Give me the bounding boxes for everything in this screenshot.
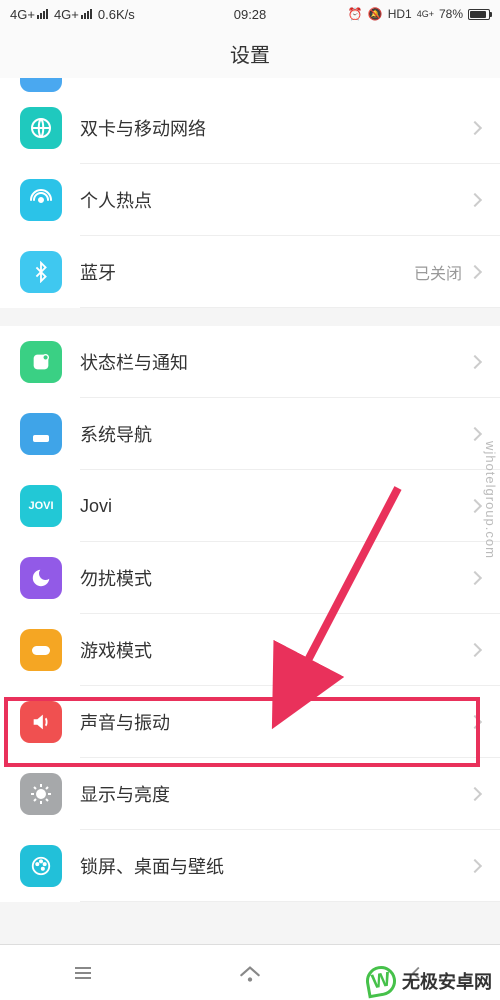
navigation-icon bbox=[20, 413, 62, 455]
mute-icon: 🔕 bbox=[368, 7, 383, 21]
notification-icon bbox=[20, 341, 62, 383]
wlan-icon bbox=[20, 78, 62, 92]
net3-label: 4G+ bbox=[417, 9, 434, 19]
hotspot-icon bbox=[20, 179, 62, 221]
list-item-hotspot[interactable]: 个人热点 bbox=[0, 164, 500, 236]
list-item-dnd[interactable]: 勿扰模式 bbox=[0, 542, 500, 614]
page-title: 设置 bbox=[0, 28, 500, 78]
status-left: 4G+ 4G+ 0.6K/s bbox=[10, 7, 234, 22]
section-divider bbox=[0, 308, 500, 326]
list-item-lock-wallpaper[interactable]: 锁屏、桌面与壁纸 bbox=[0, 830, 500, 902]
jovi-icon: JOVI bbox=[20, 485, 62, 527]
item-label: 游戏模式 bbox=[80, 637, 470, 663]
item-label: 显示与亮度 bbox=[80, 781, 470, 807]
chevron-right-icon bbox=[468, 571, 482, 585]
alarm-icon: ⏰ bbox=[348, 7, 363, 21]
palette-icon bbox=[20, 845, 62, 887]
chevron-right-icon bbox=[468, 355, 482, 369]
chevron-right-icon bbox=[468, 121, 482, 135]
gamepad-icon bbox=[20, 629, 62, 671]
list-item-bluetooth[interactable]: 蓝牙 已关闭 bbox=[0, 236, 500, 308]
watermark-logo: W 无极安卓网 bbox=[366, 966, 492, 996]
moon-icon bbox=[20, 557, 62, 599]
bluetooth-icon bbox=[20, 251, 62, 293]
list-item-game-mode[interactable]: 游戏模式 bbox=[0, 614, 500, 686]
chevron-right-icon bbox=[468, 499, 482, 513]
list-item-jovi[interactable]: JOVI Jovi bbox=[0, 470, 500, 542]
list-item-display[interactable]: 显示与亮度 bbox=[0, 758, 500, 830]
item-label: 双卡与移动网络 bbox=[80, 115, 470, 141]
watermark-url: wjhotelgroup.com bbox=[483, 441, 498, 559]
globe-icon bbox=[20, 107, 62, 149]
signal-2: 4G+ bbox=[54, 7, 92, 22]
item-label: 锁屏、桌面与壁纸 bbox=[80, 853, 470, 879]
list-item-dual-sim[interactable]: 双卡与移动网络 bbox=[0, 92, 500, 164]
chevron-right-icon bbox=[468, 715, 482, 729]
settings-list: 双卡与移动网络 个人热点 蓝牙 已关闭 bbox=[0, 78, 500, 308]
signal-bars-icon bbox=[81, 9, 92, 19]
item-label: Jovi bbox=[80, 496, 470, 517]
status-time: 09:28 bbox=[234, 7, 267, 22]
list-item-wlan-partial[interactable] bbox=[0, 78, 500, 92]
item-label: 系统导航 bbox=[80, 421, 470, 447]
list-item-sound[interactable]: 声音与振动 bbox=[0, 686, 500, 758]
nav-menu-button[interactable] bbox=[68, 958, 98, 988]
chevron-right-icon bbox=[468, 427, 482, 441]
item-label: 声音与振动 bbox=[80, 709, 470, 735]
brightness-icon bbox=[20, 773, 62, 815]
battery-pct: 78% bbox=[439, 7, 463, 21]
status-bar: 4G+ 4G+ 0.6K/s 09:28 ⏰ 🔕 HD1 4G+ 78% bbox=[0, 0, 500, 28]
speaker-icon bbox=[20, 701, 62, 743]
signal-bars-icon bbox=[37, 9, 48, 19]
chevron-right-icon bbox=[468, 859, 482, 873]
chevron-right-icon bbox=[468, 787, 482, 801]
chevron-right-icon bbox=[468, 265, 482, 279]
list-item-status-notif[interactable]: 状态栏与通知 bbox=[0, 326, 500, 398]
settings-list-2: 状态栏与通知 系统导航 JOVI Jovi 勿扰模式 游戏模式 声音与振动 bbox=[0, 326, 500, 902]
nav-home-button[interactable] bbox=[235, 958, 265, 988]
battery-icon bbox=[468, 9, 490, 20]
net-speed: 0.6K/s bbox=[98, 7, 135, 22]
chevron-right-icon bbox=[468, 643, 482, 657]
watermark-brand: 无极安卓网 bbox=[402, 968, 492, 994]
list-item-sys-nav[interactable]: 系统导航 bbox=[0, 398, 500, 470]
watermark-w-icon: W bbox=[364, 964, 399, 999]
status-right: ⏰ 🔕 HD1 4G+ 78% bbox=[266, 7, 490, 21]
chevron-right-icon bbox=[468, 193, 482, 207]
item-label: 蓝牙 bbox=[80, 259, 414, 285]
item-label: 状态栏与通知 bbox=[80, 349, 470, 375]
signal-1: 4G+ bbox=[10, 7, 48, 22]
item-label: 勿扰模式 bbox=[80, 565, 470, 591]
item-value: 已关闭 bbox=[414, 260, 462, 284]
section-divider bbox=[0, 902, 500, 942]
item-label: 个人热点 bbox=[80, 187, 470, 213]
hd-label: HD1 bbox=[388, 7, 412, 21]
